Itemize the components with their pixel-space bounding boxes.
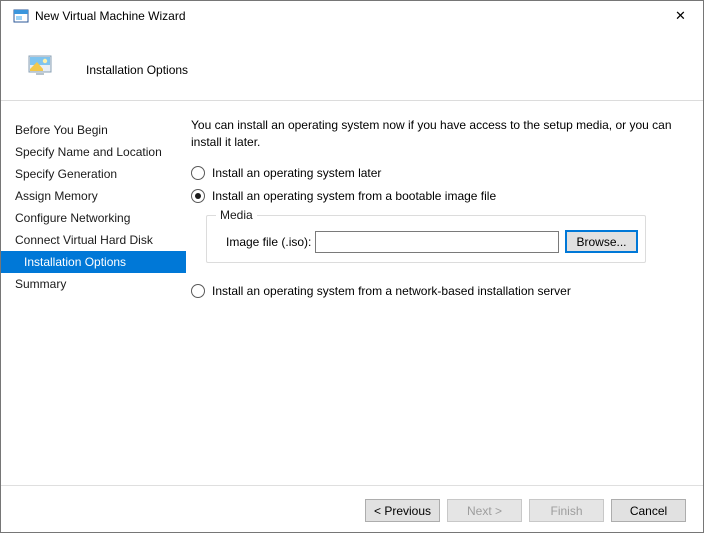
close-button[interactable]: ✕ (658, 1, 703, 31)
page-content: You can install an operating system now … (191, 101, 695, 485)
media-group: Media Image file (.iso): Browse... (206, 215, 646, 263)
radio-label: Install an operating system from a boota… (212, 189, 496, 203)
footer-divider (1, 485, 703, 486)
footer-button-row: < Previous Next > Finish Cancel (1, 499, 686, 522)
sidebar-item-before-you-begin[interactable]: Before You Begin (1, 119, 186, 141)
sidebar-item-specify-name-and-location[interactable]: Specify Name and Location (1, 141, 186, 163)
image-file-row: Image file (.iso): Browse... (226, 230, 645, 253)
intro-text: You can install an operating system now … (191, 117, 696, 151)
installation-options-page-icon (28, 55, 52, 77)
sidebar-item-configure-networking[interactable]: Configure Networking (1, 207, 186, 229)
sidebar-item-specify-generation[interactable]: Specify Generation (1, 163, 186, 185)
sidebar-item-assign-memory[interactable]: Assign Memory (1, 185, 186, 207)
sidebar-item-summary[interactable]: Summary (1, 273, 186, 295)
title-bar: New Virtual Machine Wizard ✕ (1, 1, 703, 31)
radio-icon-checked[interactable] (191, 189, 205, 203)
page-title: Installation Options (86, 63, 188, 77)
radio-label: Install an operating system from a netwo… (212, 284, 571, 298)
image-file-label: Image file (.iso): (226, 235, 315, 249)
window-title: New Virtual Machine Wizard (35, 9, 186, 23)
wizard-window: New Virtual Machine Wizard ✕ Installatio… (0, 0, 704, 533)
previous-button[interactable]: < Previous (365, 499, 440, 522)
image-file-input[interactable] (315, 231, 559, 253)
next-button[interactable]: Next > (447, 499, 522, 522)
radio-option-install-from-network[interactable]: Install an operating system from a netwo… (191, 284, 695, 298)
wizard-app-icon (13, 8, 29, 24)
radio-label: Install an operating system later (212, 166, 381, 180)
sidebar-item-connect-virtual-hard-disk[interactable]: Connect Virtual Hard Disk (1, 229, 186, 251)
radio-icon[interactable] (191, 166, 205, 180)
finish-button[interactable]: Finish (529, 499, 604, 522)
browse-button[interactable]: Browse... (565, 230, 638, 253)
wizard-header: Installation Options (1, 31, 703, 100)
media-group-title: Media (216, 208, 257, 222)
radio-option-install-later[interactable]: Install an operating system later (191, 166, 695, 180)
cancel-button[interactable]: Cancel (611, 499, 686, 522)
wizard-steps-sidebar: Before You Begin Specify Name and Locati… (1, 101, 186, 485)
radio-option-install-from-image[interactable]: Install an operating system from a boota… (191, 189, 695, 203)
radio-icon[interactable] (191, 284, 205, 298)
sidebar-item-installation-options[interactable]: Installation Options (1, 251, 186, 273)
